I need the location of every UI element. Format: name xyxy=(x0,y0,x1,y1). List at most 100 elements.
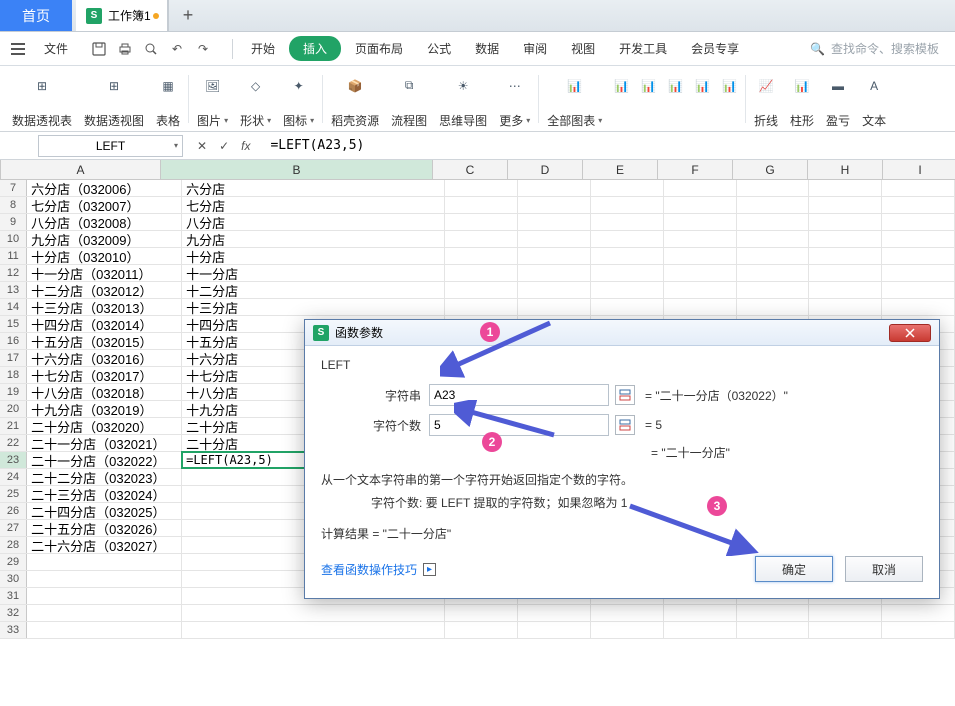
column-header[interactable]: B xyxy=(161,160,433,179)
cell[interactable] xyxy=(664,214,737,230)
cell[interactable] xyxy=(809,197,882,213)
cell[interactable] xyxy=(27,554,182,570)
cell[interactable]: 八分店（032008） xyxy=(27,214,182,230)
cell[interactable] xyxy=(737,214,810,230)
ribbon-group[interactable]: ⊞数据透视表 xyxy=(6,69,78,129)
row-header[interactable]: 27 xyxy=(0,520,27,536)
ribbon-group[interactable]: 📊全部图表 xyxy=(541,69,608,129)
cell[interactable]: 六分店 xyxy=(182,180,445,196)
row-header[interactable]: 26 xyxy=(0,503,27,519)
cell[interactable]: 二十二分店（032023） xyxy=(27,469,182,485)
row-header[interactable]: 20 xyxy=(0,401,27,417)
cancel-button[interactable]: 取消 xyxy=(845,556,923,582)
cell[interactable] xyxy=(737,265,810,281)
cell[interactable]: 十分店 xyxy=(182,248,445,264)
cell[interactable] xyxy=(809,231,882,247)
dialog-titlebar[interactable]: S 函数参数 xyxy=(305,320,939,346)
close-button[interactable] xyxy=(889,324,931,342)
row-header[interactable]: 30 xyxy=(0,571,27,587)
cell[interactable]: 二十三分店（032024） xyxy=(27,486,182,502)
ribbon-group[interactable]: ◇形状 xyxy=(234,69,277,129)
cell[interactable] xyxy=(882,265,955,281)
cell[interactable] xyxy=(27,571,182,587)
cell[interactable] xyxy=(664,248,737,264)
cell[interactable]: 十七分店（032017） xyxy=(27,367,182,383)
cell[interactable] xyxy=(664,622,737,638)
cell[interactable] xyxy=(809,265,882,281)
cell[interactable] xyxy=(518,282,591,298)
undo-icon[interactable]: ↶ xyxy=(166,38,188,60)
cell[interactable] xyxy=(591,265,664,281)
print-icon[interactable] xyxy=(114,38,136,60)
row-header[interactable]: 9 xyxy=(0,214,27,230)
cell[interactable] xyxy=(518,248,591,264)
cell[interactable] xyxy=(518,197,591,213)
ribbon-group[interactable]: 🖼图片 xyxy=(191,69,234,129)
ribbon-group[interactable]: 📊 xyxy=(608,69,635,129)
cell[interactable] xyxy=(664,231,737,247)
cell[interactable] xyxy=(445,214,518,230)
cell[interactable]: 二十六分店（032027） xyxy=(27,537,182,553)
cell[interactable] xyxy=(737,180,810,196)
cell[interactable] xyxy=(591,231,664,247)
ribbon-group[interactable]: ✦图标 xyxy=(277,69,320,129)
cell[interactable] xyxy=(809,248,882,264)
cell[interactable] xyxy=(737,248,810,264)
cell[interactable] xyxy=(664,605,737,621)
ribbon-group[interactable]: 📊柱形 xyxy=(784,69,820,129)
cell[interactable]: 十一分店 xyxy=(182,265,445,281)
cell[interactable] xyxy=(809,282,882,298)
cell[interactable] xyxy=(737,231,810,247)
row-header[interactable]: 32 xyxy=(0,605,27,621)
row-header[interactable]: 11 xyxy=(0,248,27,264)
tab-add[interactable]: + xyxy=(168,0,208,31)
preview-icon[interactable] xyxy=(140,38,162,60)
range-picker-icon[interactable] xyxy=(615,415,635,435)
cell[interactable] xyxy=(445,265,518,281)
cell[interactable] xyxy=(518,265,591,281)
ribbon-tab[interactable]: 开发工具 xyxy=(609,36,677,61)
cell[interactable] xyxy=(27,622,182,638)
cell[interactable]: 十一分店（032011） xyxy=(27,265,182,281)
cell[interactable] xyxy=(882,622,955,638)
cell[interactable] xyxy=(518,214,591,230)
save-icon[interactable] xyxy=(88,38,110,60)
cell[interactable]: 七分店 xyxy=(182,197,445,213)
column-header[interactable]: A xyxy=(1,160,161,179)
ribbon-tab[interactable]: 审阅 xyxy=(513,36,557,61)
ribbon-tab[interactable]: 页面布局 xyxy=(345,36,413,61)
row-header[interactable]: 14 xyxy=(0,299,27,315)
cancel-fx-icon[interactable]: ✕ xyxy=(197,139,207,153)
cell[interactable] xyxy=(809,180,882,196)
row-header[interactable]: 8 xyxy=(0,197,27,213)
cell[interactable]: 二十四分店（032025） xyxy=(27,503,182,519)
column-header[interactable]: C xyxy=(433,160,508,179)
cell[interactable] xyxy=(591,180,664,196)
cell[interactable] xyxy=(591,605,664,621)
cell[interactable] xyxy=(445,282,518,298)
cell[interactable] xyxy=(518,622,591,638)
cell[interactable] xyxy=(882,605,955,621)
row-header[interactable]: 19 xyxy=(0,384,27,400)
cell[interactable]: 二十五分店（032026） xyxy=(27,520,182,536)
cell[interactable] xyxy=(518,231,591,247)
cell[interactable] xyxy=(809,299,882,315)
cell[interactable]: 十分店（032010） xyxy=(27,248,182,264)
cell[interactable]: 十四分店（032014） xyxy=(27,316,182,332)
cell[interactable]: 十三分店 xyxy=(182,299,445,315)
cell[interactable] xyxy=(27,588,182,604)
column-header[interactable]: E xyxy=(583,160,658,179)
cell[interactable] xyxy=(809,622,882,638)
cell[interactable] xyxy=(518,299,591,315)
cell[interactable] xyxy=(591,197,664,213)
ribbon-group[interactable]: 📦稻壳资源 xyxy=(325,69,385,129)
cell[interactable] xyxy=(664,180,737,196)
cell[interactable] xyxy=(591,622,664,638)
name-box[interactable]: LEFT xyxy=(38,135,183,157)
tab-home[interactable]: 首页 xyxy=(0,0,72,31)
cell[interactable]: 十五分店（032015） xyxy=(27,333,182,349)
cell[interactable] xyxy=(445,248,518,264)
row-header[interactable]: 16 xyxy=(0,333,27,349)
row-header[interactable]: 28 xyxy=(0,537,27,553)
row-header[interactable]: 24 xyxy=(0,469,27,485)
